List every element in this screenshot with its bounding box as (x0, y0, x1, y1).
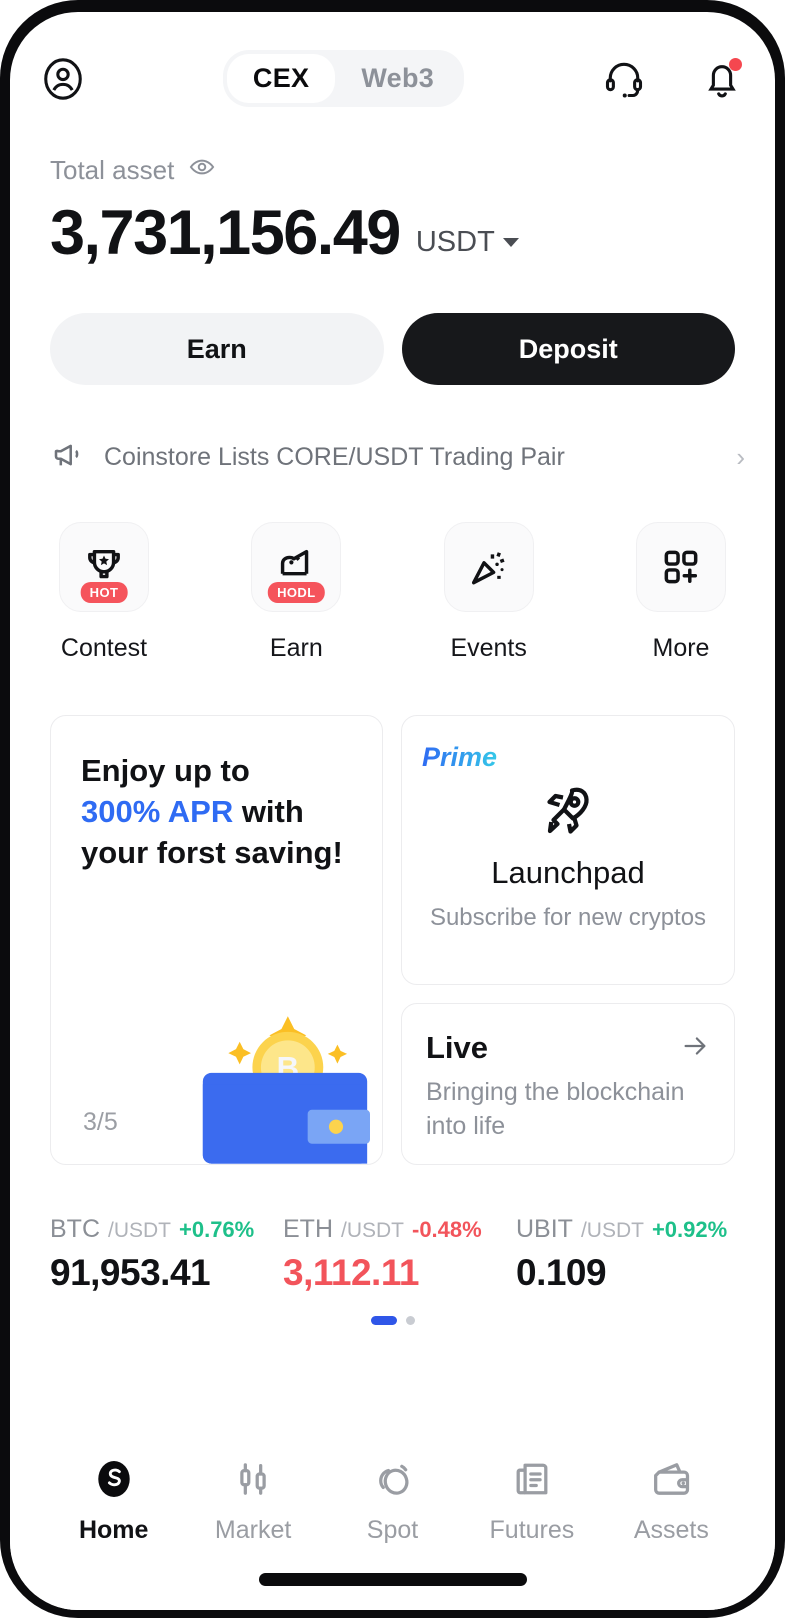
wallet-icon (654, 1463, 690, 1495)
eye-icon[interactable] (188, 153, 216, 188)
total-asset-section: Total asset 3,731,156.49 USDT (10, 107, 775, 265)
deposit-button[interactable]: Deposit (401, 313, 735, 385)
quick-action-contest-label: Contest (60, 634, 148, 662)
contest-tile[interactable]: HOT (59, 522, 149, 612)
promo-line1: Enjoy up to (81, 753, 250, 788)
total-asset-value: 3,731,156.49 (50, 198, 401, 268)
earn-button[interactable]: Earn (50, 313, 384, 385)
ticker-btc[interactable]: BTC/USDT +0.76% 91,953.41 (50, 1215, 269, 1294)
earn-badge: HODL (268, 582, 325, 603)
confetti-icon (471, 552, 505, 585)
savings-promo-card[interactable]: Enjoy up to 300% APR with your forst sav… (50, 715, 383, 1165)
contest-badge: HOT (80, 582, 128, 603)
promo-counter-current: 3 (83, 1108, 97, 1136)
arrow-right-icon[interactable] (680, 1031, 710, 1066)
total-asset-label: Total asset (50, 155, 175, 185)
ticker-eth-change: -0.48% (412, 1217, 482, 1242)
grid-plus-icon (664, 550, 698, 584)
ticker-eth-price: 3,112.11 (283, 1252, 419, 1293)
ticker-eth-base: ETH (283, 1215, 333, 1243)
tab-cex[interactable]: CEX (226, 54, 336, 103)
quick-action-contest[interactable]: HOT Contest (56, 522, 152, 663)
nav-item-futures[interactable]: Futures (462, 1456, 601, 1545)
phone-frame: CEX Web3 Total asset 3,731,156.49 USDT E… (0, 0, 785, 1618)
home-indicator (258, 1573, 527, 1586)
nav-label-market: Market (214, 1516, 292, 1544)
futures-doc-icon (516, 1463, 548, 1495)
nav-label-assets: Assets (633, 1516, 709, 1544)
tab-web3[interactable]: Web3 (335, 54, 460, 103)
rocket-icon (547, 787, 589, 834)
candlestick-icon (240, 1463, 266, 1495)
ticker-btc-price: 91,953.41 (50, 1252, 211, 1293)
coinstore-logo-icon (97, 1460, 130, 1498)
pagination-dot-active[interactable] (370, 1316, 397, 1325)
primary-actions: Earn Deposit (10, 265, 775, 385)
ticker-btc-change: +0.76% (179, 1217, 255, 1242)
nav-item-home[interactable]: Home (44, 1456, 183, 1545)
quick-actions-row: HOT Contest HODL Earn Events More (10, 478, 775, 663)
announcement-banner[interactable]: Coinstore Lists CORE/USDT Trading Pair › (10, 385, 775, 478)
promo-line3: your forst saving! (81, 835, 343, 871)
quick-action-earn-label: Earn (269, 634, 323, 662)
quick-action-more[interactable]: More (633, 522, 729, 663)
headset-icon[interactable] (601, 56, 647, 102)
promo-cards-row: Enjoy up to 300% APR with your forst sav… (10, 663, 775, 1165)
earn-tile[interactable]: HODL (251, 522, 342, 612)
nav-item-market[interactable]: Market (183, 1456, 322, 1545)
ticker-ubit-price: 0.109 (516, 1252, 607, 1293)
quick-action-more-label: More (652, 634, 710, 662)
live-card[interactable]: Live Bringing the blockchain into life (401, 1003, 735, 1165)
promo-title: Enjoy up to 300% APR with your forst sav… (81, 750, 352, 874)
megaphone-icon (50, 437, 86, 478)
promo-counter: 3/5 (83, 1105, 118, 1138)
quick-action-events[interactable]: Events (441, 522, 537, 663)
live-title: Live (426, 1030, 489, 1065)
total-asset-value-row: 3,731,156.49 USDT (50, 202, 735, 265)
pagination-dot[interactable] (405, 1316, 415, 1325)
carousel-pagination (10, 1316, 775, 1325)
chevron-right-icon: › (736, 442, 745, 472)
app-screen: CEX Web3 Total asset 3,731,156.49 USDT E… (10, 12, 775, 1610)
user-circle-icon[interactable] (40, 56, 86, 102)
ticker-btc-base: BTC (50, 1215, 100, 1243)
nav-label-spot: Spot (366, 1516, 419, 1544)
currency-selector[interactable]: USDT (416, 226, 519, 265)
more-tile[interactable] (635, 522, 726, 612)
quick-action-earn[interactable]: HODL Earn (248, 522, 344, 663)
cex-web3-toggle[interactable]: CEX Web3 (222, 50, 465, 107)
promo-highlight: 300% APR (81, 794, 234, 830)
spot-trade-icon (378, 1464, 409, 1495)
prime-tag: Prime (422, 742, 498, 772)
promo-line2-rest: with (233, 794, 304, 830)
quick-action-events-label: Events (450, 634, 527, 662)
launchpad-title: Launchpad (491, 855, 645, 890)
launchpad-card[interactable]: Prime Launchpad Subscribe for new crypto… (401, 715, 735, 985)
events-tile[interactable] (443, 522, 534, 612)
nav-label-futures: Futures (489, 1516, 575, 1544)
app-header: CEX Web3 (10, 12, 775, 107)
ticker-eth[interactable]: ETH/USDT -0.48% 3,112.11 (283, 1215, 502, 1294)
nav-item-spot[interactable]: Spot (323, 1456, 462, 1545)
nav-label-home: Home (78, 1516, 149, 1544)
ticker-btc-quote: /USDT (108, 1219, 171, 1242)
total-asset-label-row: Total asset (50, 153, 735, 188)
wallet-bitcoin-icon: B (202, 1016, 370, 1164)
notification-badge (729, 57, 742, 71)
promo-counter-total: /5 (96, 1108, 118, 1136)
ticker-ubit-quote: /USDT (580, 1219, 644, 1242)
live-subtitle: Bringing the blockchain into life (426, 1078, 685, 1140)
ticker-ubit-base: UBIT (516, 1215, 573, 1243)
ticker-ubit-change: +0.92% (651, 1217, 728, 1242)
ticker-eth-quote: /USDT (341, 1219, 404, 1242)
launchpad-subtitle: Subscribe for new cryptos (429, 904, 707, 931)
chevron-down-icon (502, 238, 519, 247)
ticker-row: BTC/USDT +0.76% 91,953.41 ETH/USDT -0.48… (10, 1165, 775, 1294)
ticker-ubit[interactable]: UBIT/USDT +0.92% 0.109 (516, 1215, 735, 1294)
currency-label: USDT (415, 226, 495, 258)
nav-item-assets[interactable]: Assets (602, 1456, 741, 1545)
bell-icon[interactable] (699, 56, 745, 102)
announcement-text: Coinstore Lists CORE/USDT Trading Pair (104, 443, 565, 471)
